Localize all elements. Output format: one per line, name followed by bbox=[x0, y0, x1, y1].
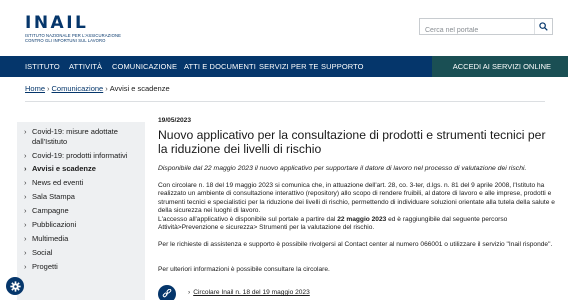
sidebar: › Covid-19: misure adottate dall'Istituto… bbox=[17, 122, 145, 300]
breadcrumb-comunicazione[interactable]: Comunicazione bbox=[52, 84, 104, 93]
logo[interactable]: INAIL bbox=[25, 13, 88, 33]
nav-item-istituto[interactable]: Istituto bbox=[25, 56, 60, 77]
article-paragraph: Per ulteriori informazioni è possibile c… bbox=[158, 266, 330, 273]
article-lead: Disponibile dal 22 maggio 2023 il nuovo … bbox=[158, 165, 527, 172]
chevron-right-icon: › bbox=[24, 192, 27, 201]
breadcrumb-separator: › bbox=[105, 84, 108, 93]
sidebar-item-label: Sala Stampa bbox=[32, 192, 75, 201]
sidebar-item-label: Pubblicazioni bbox=[32, 220, 77, 229]
sidebar-item-label: Multimedia bbox=[32, 234, 69, 243]
nav-item-comunicazione[interactable]: Comunicazione bbox=[112, 56, 177, 77]
breadcrumb-separator: › bbox=[47, 84, 50, 93]
search-box bbox=[419, 18, 553, 38]
sidebar-item-avvisi[interactable]: › Avvisi e scadenze bbox=[24, 164, 96, 174]
chevron-right-icon: › bbox=[24, 206, 27, 215]
sidebar-item-label: News ed eventi bbox=[32, 178, 84, 187]
page-title: Nuovo applicativo per la consultazione d… bbox=[158, 128, 546, 156]
chevron-right-icon: › bbox=[24, 164, 27, 173]
access-online-services-button[interactable]: Accedi ai servizi online bbox=[432, 56, 568, 77]
sidebar-item-multimedia[interactable]: › Multimedia bbox=[24, 234, 68, 244]
sidebar-item-sala-stampa[interactable]: › Sala Stampa bbox=[24, 192, 75, 202]
chevron-right-icon: › bbox=[24, 127, 27, 136]
nav-item-supporto[interactable]: Supporto bbox=[321, 56, 364, 77]
sidebar-item-label: Covid-19: misure adottate bbox=[32, 127, 118, 136]
sidebar-item-news[interactable]: › News ed eventi bbox=[24, 178, 83, 188]
breadcrumb-home[interactable]: Home bbox=[25, 84, 45, 93]
sidebar-item-social[interactable]: › Social bbox=[24, 248, 52, 258]
divider bbox=[25, 101, 545, 102]
sidebar-item-covid-misure[interactable]: › Covid-19: misure adottate dall'Istituto bbox=[24, 127, 118, 147]
logo-subtitle: ISTITUTO NAZIONALE PER L'ASSICURAZIONE C… bbox=[25, 33, 121, 43]
article-highlight-date: 22 maggio 2023 bbox=[337, 215, 387, 223]
attachment-link[interactable]: › Circolare Inail n. 18 del 19 maggio 202… bbox=[188, 289, 310, 296]
main-nav: Istituto Attività Comunicazione Atti e d… bbox=[0, 56, 568, 77]
gear-icon[interactable] bbox=[6, 277, 24, 295]
article-paragraph-text: L'accesso all'applicativo è disponibile … bbox=[158, 215, 338, 223]
breadcrumb-current: Avvisi e scadenze bbox=[109, 84, 170, 93]
chevron-right-icon: › bbox=[188, 289, 191, 296]
sidebar-item-label: Covid-19: prodotti informativi bbox=[32, 151, 128, 160]
sidebar-item-label: dall'Istituto bbox=[32, 137, 68, 146]
chevron-right-icon: › bbox=[24, 248, 27, 257]
breadcrumb: Home › Comunicazione › Avvisi e scadenze bbox=[25, 84, 170, 96]
link-icon bbox=[158, 285, 176, 300]
chevron-right-icon: › bbox=[24, 220, 27, 229]
sidebar-item-campagne[interactable]: › Campagne bbox=[24, 206, 69, 216]
chevron-right-icon: › bbox=[24, 262, 27, 271]
attachment-link-text[interactable]: Circolare Inail n. 18 del 19 maggio 2023 bbox=[193, 289, 310, 296]
nav-item-attivita[interactable]: Attività bbox=[69, 56, 102, 77]
nav-item-servizi[interactable]: Servizi per te bbox=[259, 56, 318, 77]
chevron-right-icon: › bbox=[24, 234, 27, 243]
article-date: 19/05/2023 bbox=[158, 117, 192, 124]
sidebar-item-covid-prodotti[interactable]: › Covid-19: prodotti informativi bbox=[24, 151, 127, 161]
sidebar-item-label: Progetti bbox=[32, 262, 58, 271]
chevron-right-icon: › bbox=[24, 178, 27, 187]
logo-subtitle-line2: CONTRO GLI INFORTUNI SUL LAVORO bbox=[25, 38, 106, 43]
sidebar-item-pubblicazioni[interactable]: › Pubblicazioni bbox=[24, 220, 76, 230]
site-header: INAIL ISTITUTO NAZIONALE PER L'ASSICURAZ… bbox=[0, 0, 568, 56]
article-paragraph: Per le richieste di assistenza e support… bbox=[158, 241, 553, 248]
article-paragraph-text: Con circolare n. 18 del 19 maggio 2023 s… bbox=[158, 182, 555, 215]
nav-item-atti-documenti[interactable]: Atti e documenti bbox=[184, 56, 256, 77]
sidebar-item-label: Campagne bbox=[32, 206, 69, 215]
search-icon[interactable] bbox=[534, 19, 552, 34]
chevron-right-icon: › bbox=[24, 151, 27, 160]
sidebar-item-label: Avvisi e scadenze bbox=[32, 164, 96, 173]
sidebar-item-progetti[interactable]: › Progetti bbox=[24, 262, 58, 272]
article-paragraph: Con circolare n. 18 del 19 maggio 2023 s… bbox=[158, 182, 566, 232]
sidebar-item-label: Social bbox=[32, 248, 53, 257]
search-input[interactable] bbox=[420, 23, 532, 38]
